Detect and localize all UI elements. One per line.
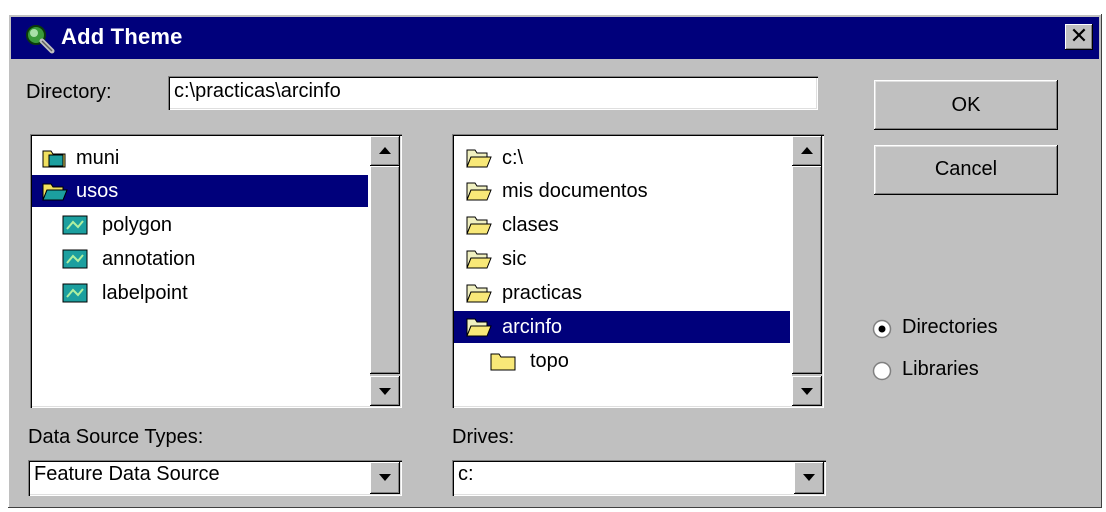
directory-label: Directory: (26, 81, 112, 103)
data-source-types-value: Feature Data Source (34, 463, 220, 485)
chevron-down-icon (803, 474, 815, 481)
list-item[interactable]: topo (454, 345, 790, 377)
data-source-types-label: Data Source Types: (28, 426, 204, 448)
list-item-selected[interactable]: arcinfo (454, 311, 790, 343)
list-item-label: topo (530, 350, 569, 372)
list-item-selected[interactable]: usos (32, 175, 368, 207)
arrow-up-icon (801, 147, 813, 154)
folder-list[interactable]: c:\ mis documentos clases sic practicas … (452, 134, 824, 408)
folder-open-icon (466, 182, 492, 201)
radio-unchecked-icon (872, 361, 892, 381)
scroll-thumb[interactable] (370, 166, 400, 374)
close-icon: ✕ (1069, 24, 1089, 49)
list-item-label: labelpoint (102, 282, 188, 304)
ok-button[interactable]: OK (874, 80, 1058, 130)
folder-closed-icon (490, 353, 516, 371)
arrow-down-icon (379, 388, 391, 395)
radio-checked-icon (872, 319, 892, 339)
list-item-label: sic (502, 248, 527, 270)
folder-open-icon (466, 318, 492, 337)
list-item[interactable]: mis documentos (454, 175, 790, 207)
radio-libraries-label: Libraries (902, 358, 979, 380)
cancel-button-label: Cancel (934, 158, 998, 180)
theme-list-scrollbar[interactable] (370, 136, 400, 406)
feature-class-icon (62, 283, 88, 303)
theme-list[interactable]: muni usos polygon annotation labelpoint (30, 134, 402, 408)
list-item[interactable]: clases (454, 209, 790, 241)
list-item[interactable]: practicas (454, 277, 790, 309)
scroll-up-button[interactable] (370, 136, 400, 166)
list-item-label: muni (76, 147, 120, 169)
list-item-label: usos (76, 180, 119, 202)
scroll-down-button[interactable] (792, 376, 822, 406)
feature-class-icon (62, 249, 88, 269)
dropdown-button[interactable] (370, 462, 400, 494)
data-source-types-select[interactable]: Feature Data Source (28, 460, 402, 496)
drives-value: c: (458, 463, 474, 485)
list-item[interactable]: c:\ (454, 142, 790, 174)
list-item[interactable]: labelpoint (32, 277, 368, 309)
folder-open-icon (466, 284, 492, 303)
coverage-folder-icon (42, 150, 66, 168)
directory-field[interactable]: c:\practicas\arcinfo (168, 76, 818, 110)
list-item-label: polygon (102, 214, 173, 236)
list-item-label: annotation (102, 248, 196, 270)
list-item-label: mis documentos (502, 180, 648, 202)
feature-class-icon (62, 215, 88, 235)
list-item-label: practicas (502, 282, 583, 304)
close-button[interactable]: ✕ (1065, 24, 1093, 50)
ok-button-label: OK (951, 94, 981, 116)
scroll-thumb[interactable] (792, 166, 822, 374)
list-item-label: c:\ (502, 147, 524, 169)
add-theme-dialog: Add Theme ✕ Directory: c:\practicas\arci… (8, 14, 1102, 508)
drives-select[interactable]: c: (452, 460, 826, 496)
folder-open-icon (466, 250, 492, 269)
window-title: Add Theme (61, 24, 183, 49)
folder-list-scrollbar[interactable] (792, 136, 822, 406)
scroll-up-button[interactable] (792, 136, 822, 166)
list-item-label: arcinfo (502, 316, 563, 338)
folder-open-icon (466, 216, 492, 235)
radio-libraries[interactable]: Libraries (872, 358, 1072, 386)
scroll-down-button[interactable] (370, 376, 400, 406)
arrow-up-icon (379, 147, 391, 154)
coverage-folder-open-icon (42, 183, 68, 201)
radio-directories[interactable]: Directories (872, 316, 1072, 344)
drives-label: Drives: (452, 426, 515, 448)
list-item-label: clases (502, 214, 559, 236)
chevron-down-icon (379, 474, 391, 481)
list-item[interactable]: annotation (32, 243, 368, 275)
folder-open-icon (466, 149, 492, 168)
cancel-button[interactable]: Cancel (874, 145, 1058, 195)
list-item[interactable]: sic (454, 243, 790, 275)
title-bar[interactable]: Add Theme ✕ (11, 17, 1099, 59)
dropdown-button[interactable] (794, 462, 824, 494)
add-theme-magnifier-icon (26, 25, 55, 54)
list-item[interactable]: polygon (32, 209, 368, 241)
radio-directories-label: Directories (902, 316, 998, 338)
arrow-down-icon (801, 388, 813, 395)
list-item[interactable]: muni (32, 142, 368, 174)
